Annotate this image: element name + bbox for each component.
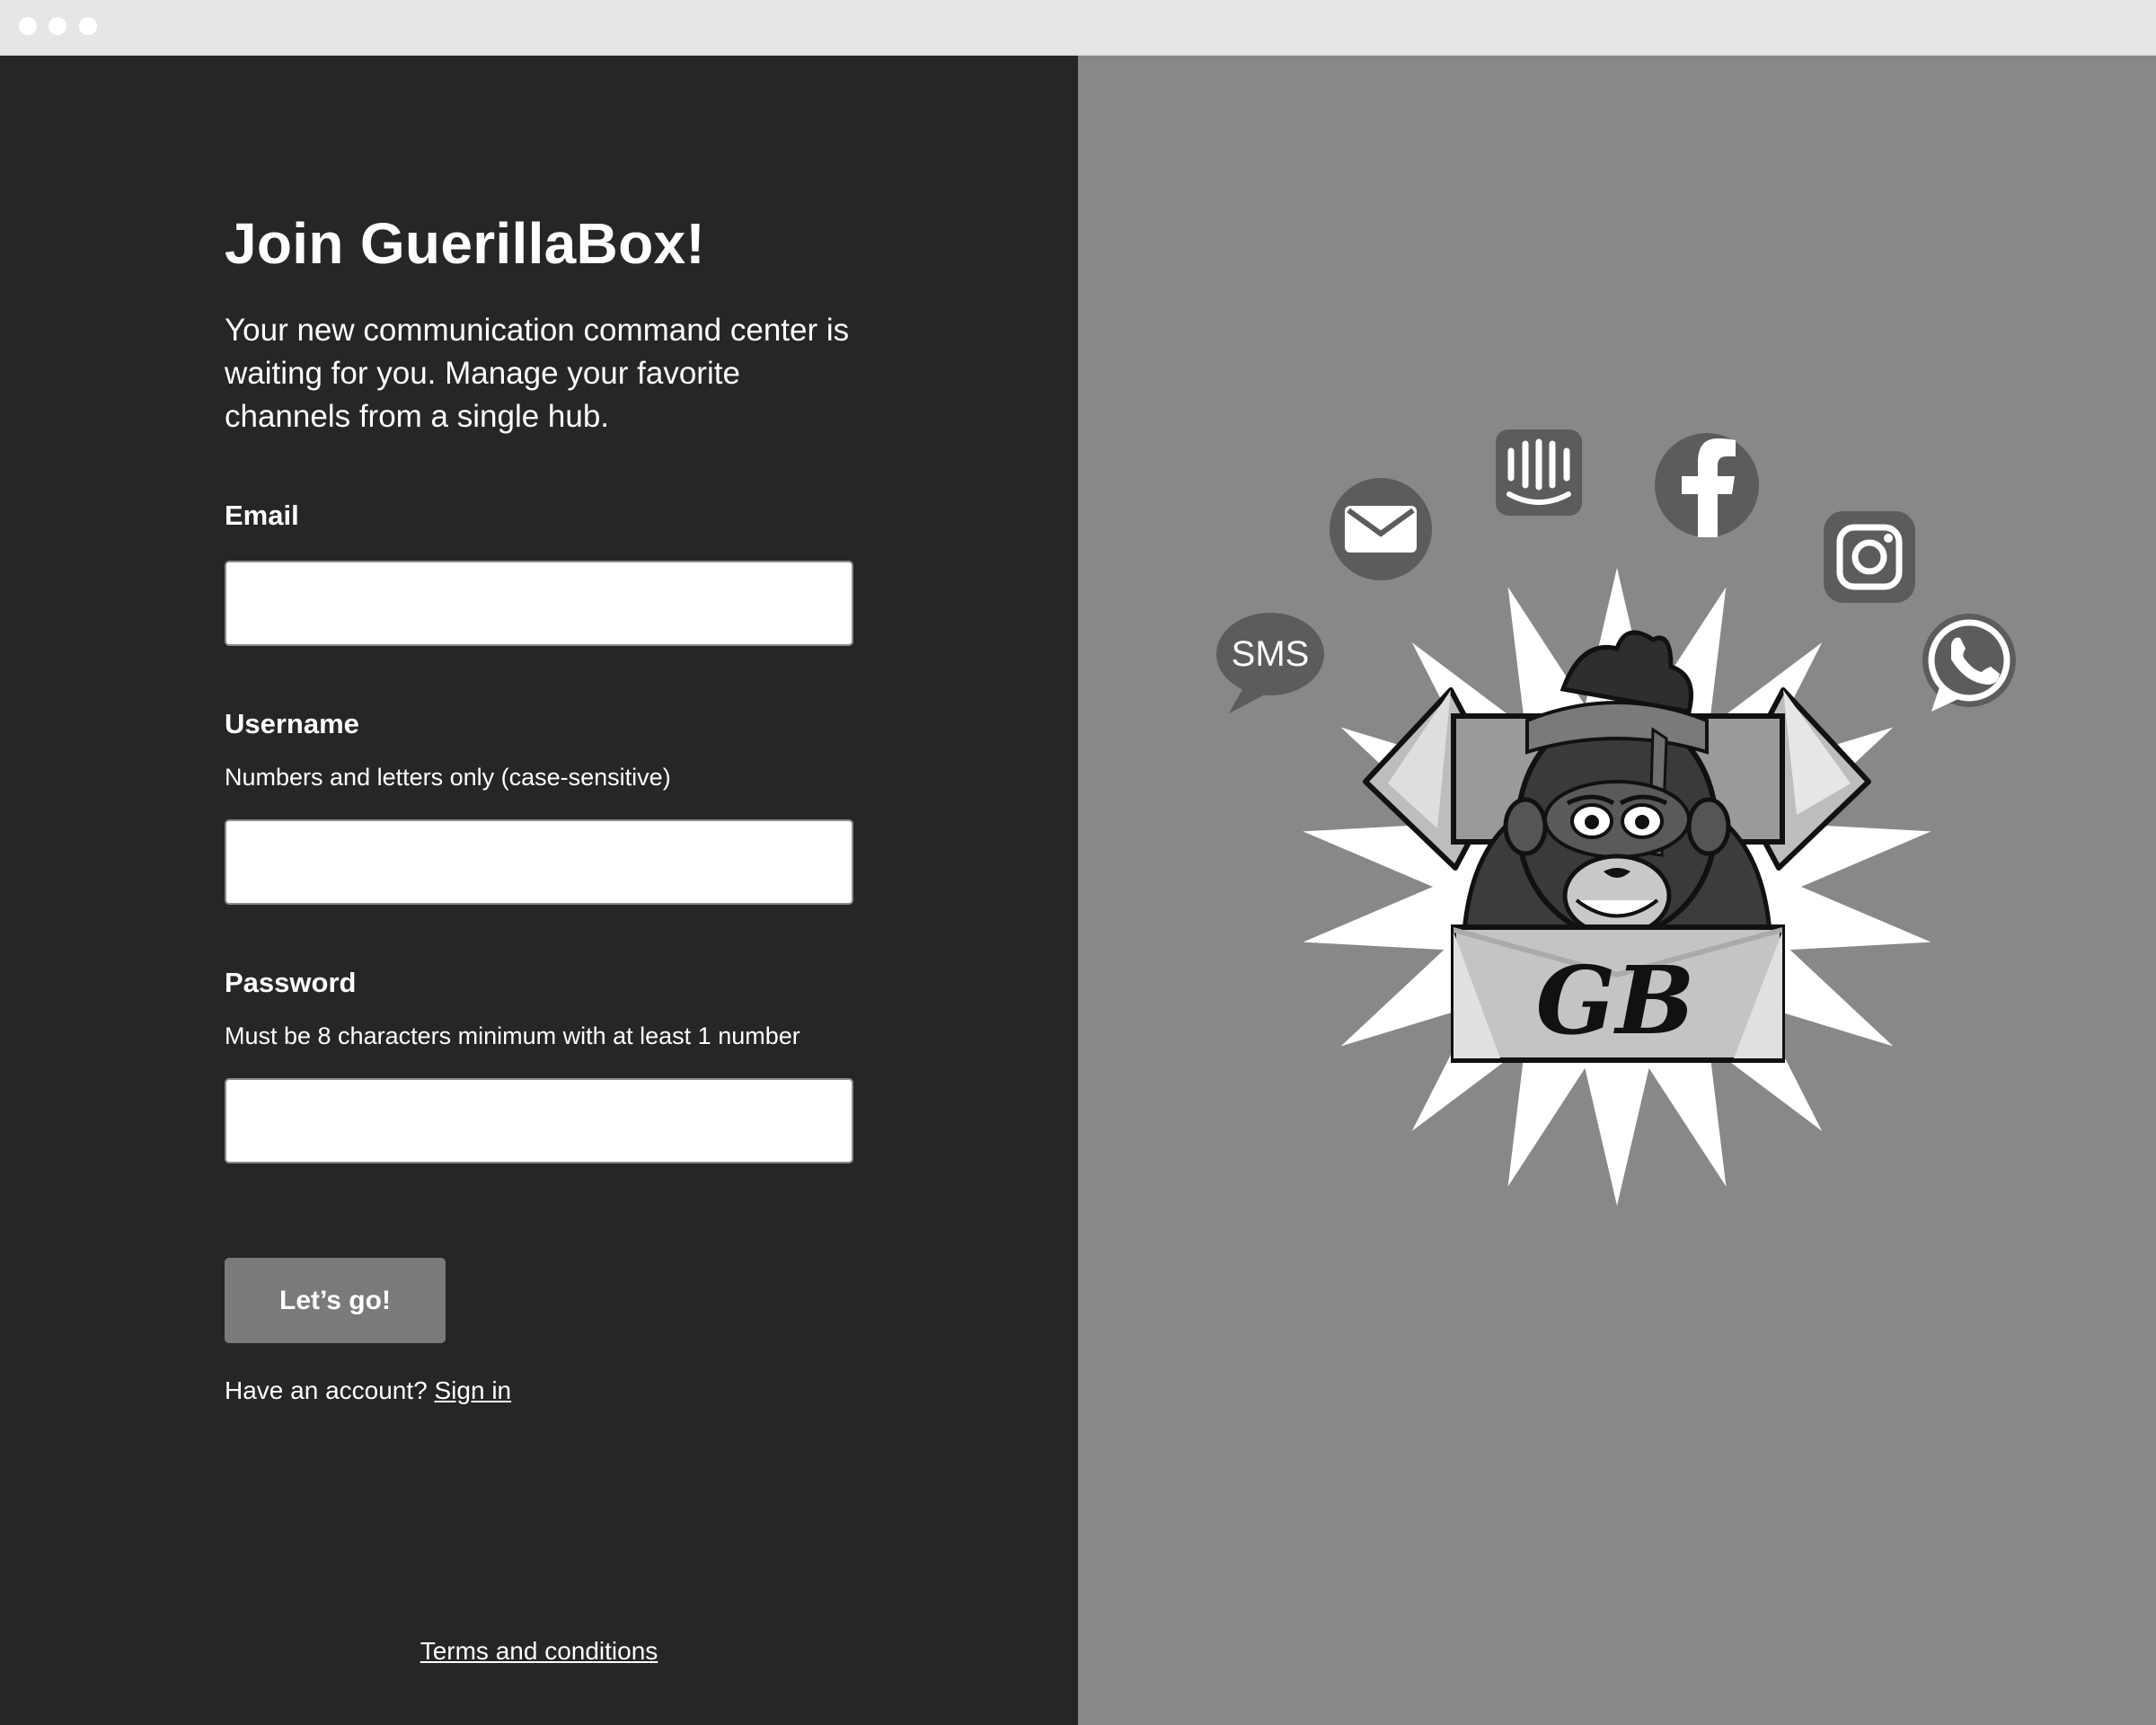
password-hint: Must be 8 characters minimum with at lea… <box>225 1022 800 1049</box>
submit-button[interactable]: Let’s go! <box>225 1258 446 1343</box>
username-field[interactable] <box>225 819 853 905</box>
illustration-panel: GB SMS <box>1078 56 2156 1725</box>
account-prompt: Have an account? Sign in <box>225 1376 511 1405</box>
terms-link[interactable]: Terms and conditions <box>420 1637 658 1665</box>
sms-icon: SMS <box>1216 613 1324 713</box>
email-icon <box>1330 478 1432 580</box>
box-front: GB <box>1451 924 1785 1063</box>
username-label: Username <box>225 708 359 739</box>
illustration: GB SMS <box>1216 429 2016 1206</box>
window-titlebar <box>0 0 2156 56</box>
sign-in-link[interactable]: Sign in <box>435 1376 512 1404</box>
password-label: Password <box>225 967 357 998</box>
window-maximize-control[interactable] <box>79 17 97 35</box>
window-minimize-control[interactable] <box>49 17 66 35</box>
username-hint: Numbers and letters only (case-sensitive… <box>225 764 671 791</box>
whatsapp-icon <box>1922 614 2016 712</box>
box-label: GB <box>1536 945 1695 1056</box>
account-prompt-text: Have an account? <box>225 1376 428 1404</box>
intercom-icon <box>1496 429 1582 516</box>
signup-panel: Join GuerillaBox! Your new communication… <box>0 56 1078 1725</box>
facebook-icon <box>1655 433 1759 537</box>
email-field[interactable] <box>225 561 853 646</box>
page-subtitle: Your new communication command center is… <box>225 313 850 434</box>
email-label: Email <box>225 500 299 531</box>
terms-footer: Terms and conditions <box>0 1637 1078 1666</box>
page-title: Join GuerillaBox! <box>225 211 705 276</box>
instagram-icon <box>1824 511 1915 603</box>
window-close-control[interactable] <box>19 17 37 35</box>
sms-icon-label: SMS <box>1232 634 1310 674</box>
password-field[interactable] <box>225 1078 853 1163</box>
